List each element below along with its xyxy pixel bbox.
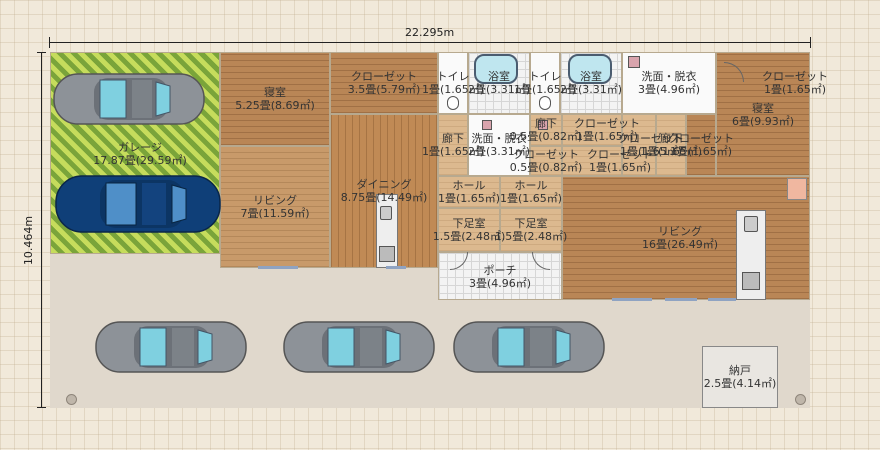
corner-post-br bbox=[795, 394, 806, 405]
car-blue-garage bbox=[55, 175, 221, 233]
sink-icon-east bbox=[744, 216, 758, 232]
closet-east-1-label: クローゼット 1畳(1.65㎡) bbox=[762, 70, 828, 96]
storage-label: 納戸 2.5畳(4.14㎡) bbox=[703, 364, 777, 390]
bedroom-west-label: 寝室 5.25畳(8.69㎡) bbox=[235, 86, 315, 112]
washbasin-icon-1 bbox=[628, 56, 640, 68]
width-dimension-line bbox=[49, 42, 811, 43]
bathroom-2-label: 浴室 2畳(3.31㎡) bbox=[559, 70, 623, 96]
bedroom-east-label: 寝室 6畳(9.93㎡) bbox=[731, 102, 795, 128]
height-dimension-tick-top bbox=[37, 52, 46, 53]
car-gray-drive-1 bbox=[95, 321, 247, 373]
hall-1-label: ホール 1畳(1.65㎡) bbox=[437, 179, 501, 205]
washbasin-icon-2 bbox=[482, 120, 492, 130]
car-gray-drive-3 bbox=[453, 321, 605, 373]
sink-icon bbox=[380, 206, 392, 220]
living-west-label: リビング 7畳(11.59㎡) bbox=[240, 194, 310, 220]
width-dimension-tick-left bbox=[49, 37, 50, 48]
toilet-icon-2 bbox=[539, 96, 551, 110]
corridor-2-label: 廊下 0.5畳(0.82㎡) bbox=[509, 117, 583, 143]
height-dimension-line bbox=[41, 52, 42, 408]
window-dining bbox=[386, 266, 406, 269]
window-living-east-2 bbox=[665, 298, 697, 301]
window-living-east-3 bbox=[708, 298, 736, 301]
washroom-east-label: 洗面・脱衣 3畳(4.96㎡) bbox=[637, 70, 701, 96]
window-living-east-1 bbox=[612, 298, 652, 301]
dining-label: ダイニング 8.75畳(14.49㎡) bbox=[340, 178, 428, 204]
car-gray-garage bbox=[53, 73, 205, 125]
storage-shelf-icon bbox=[787, 178, 807, 200]
width-dimension-tick-right bbox=[810, 37, 811, 48]
entrance-2-label: 下足室 1.5畳(2.48㎡) bbox=[494, 217, 568, 243]
width-dimension-label: 22.295m bbox=[405, 26, 455, 39]
hall-2-label: ホール 1畳(1.65㎡) bbox=[499, 179, 563, 205]
toilet-icon-1 bbox=[447, 96, 459, 110]
stove-icon-east bbox=[742, 272, 760, 290]
closet-small-1-label: クローゼット 0.5畳(0.82㎡) bbox=[509, 148, 583, 174]
porch-label: ポーチ 3畳(4.96㎡) bbox=[468, 264, 532, 290]
living-east-label: リビング 16畳(26.49㎡) bbox=[641, 225, 719, 251]
corner-post-bl bbox=[66, 394, 77, 405]
closet-east-2-label: クローゼット 1畳(1.65㎡) bbox=[668, 132, 734, 158]
height-dimension-tick-bottom bbox=[37, 407, 46, 408]
window-living-west bbox=[258, 266, 298, 269]
stove-icon bbox=[379, 246, 395, 262]
height-dimension-label: 10.464m bbox=[22, 215, 36, 266]
car-gray-drive-2 bbox=[283, 321, 435, 373]
garage-label: ガレージ 17.87畳(29.59㎡) bbox=[93, 141, 187, 167]
closet-west-label: クローゼット 3.5畳(5.79㎡) bbox=[347, 70, 421, 96]
